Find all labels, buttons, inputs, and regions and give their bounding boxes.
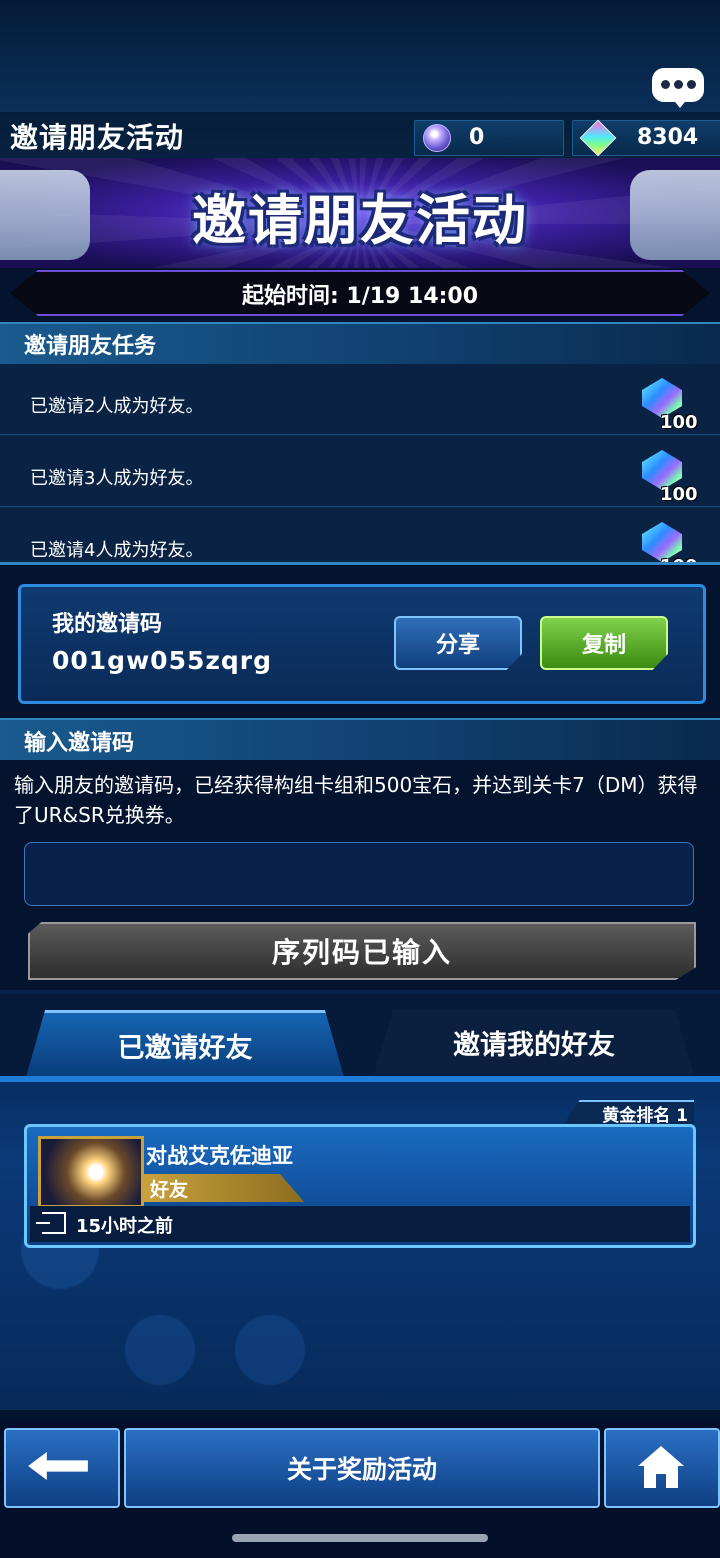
orb-icon: [423, 124, 451, 152]
list-item: 已邀请4人成为好友。 100: [0, 508, 720, 562]
serial-entered-button[interactable]: 序列码已输入: [28, 922, 696, 980]
friend-tag: 好友: [144, 1174, 304, 1202]
enter-code-header-label: 输入邀请码: [24, 731, 135, 756]
task-text: 已邀请4人成为好友。: [30, 540, 204, 561]
page-title: 邀请朋友活动: [10, 121, 185, 154]
rank-badge: 黄金排名 1: [564, 1100, 694, 1124]
task-list[interactable]: 已邀请2人成为好友。 100 已邀请3人成为好友。 100 已邀请4人成为好友。…: [0, 364, 720, 562]
back-arrow-icon: [28, 1452, 88, 1480]
my-invite-code-label: 我的邀请码: [52, 612, 163, 637]
home-indicator[interactable]: [232, 1534, 488, 1542]
share-button[interactable]: 分享: [394, 616, 522, 670]
tab-underline: [0, 1076, 720, 1082]
back-button[interactable]: [4, 1428, 120, 1508]
gem-currency: 8304: [572, 119, 720, 157]
last-login-time: 15小时之前: [76, 1216, 174, 1237]
enter-code-description: 输入朋友的邀请码，已经获得构组卡组和500宝石，并达到关卡7（DM）获得了UR&…: [14, 773, 698, 827]
start-time: 起始时间: 1/19 14:00: [241, 284, 479, 309]
chat-bubble-icon[interactable]: [652, 68, 704, 102]
friend-name: 对战艾克佐迪亚: [146, 1144, 293, 1168]
list-item: 已邀请2人成为好友。 100: [0, 364, 720, 435]
gem-count: 8304: [637, 125, 699, 150]
task-reward: 100: [660, 412, 698, 433]
copy-button[interactable]: 复制: [540, 616, 668, 670]
divider: [0, 562, 720, 565]
about-reward-event-button[interactable]: 关于奖励活动: [124, 1428, 600, 1508]
invite-code-input[interactable]: [24, 842, 694, 906]
task-text: 已邀请3人成为好友。: [30, 468, 204, 489]
login-icon: [36, 1212, 66, 1234]
tab-friends-who-invited-me[interactable]: 邀请我的好友: [374, 1010, 694, 1074]
avatar: [38, 1136, 144, 1208]
tasks-header-label: 邀请朋友任务: [24, 334, 157, 359]
orb-currency: 0: [414, 120, 564, 156]
home-icon: [638, 1446, 684, 1488]
tab-invited-friends[interactable]: 已邀请好友: [26, 1010, 344, 1077]
home-button[interactable]: [604, 1428, 720, 1508]
task-text: 已邀请2人成为好友。: [30, 396, 204, 417]
task-reward: 100: [660, 484, 698, 505]
chat-bubble-tail: [672, 98, 688, 108]
gem-icon: [579, 119, 617, 157]
banner-title: 邀请朋友活动: [192, 189, 528, 252]
list-item: 已邀请3人成为好友。 100: [0, 436, 720, 507]
orb-count: 0: [469, 125, 485, 150]
my-invite-code-value: 001gw055zqrg: [52, 646, 273, 675]
